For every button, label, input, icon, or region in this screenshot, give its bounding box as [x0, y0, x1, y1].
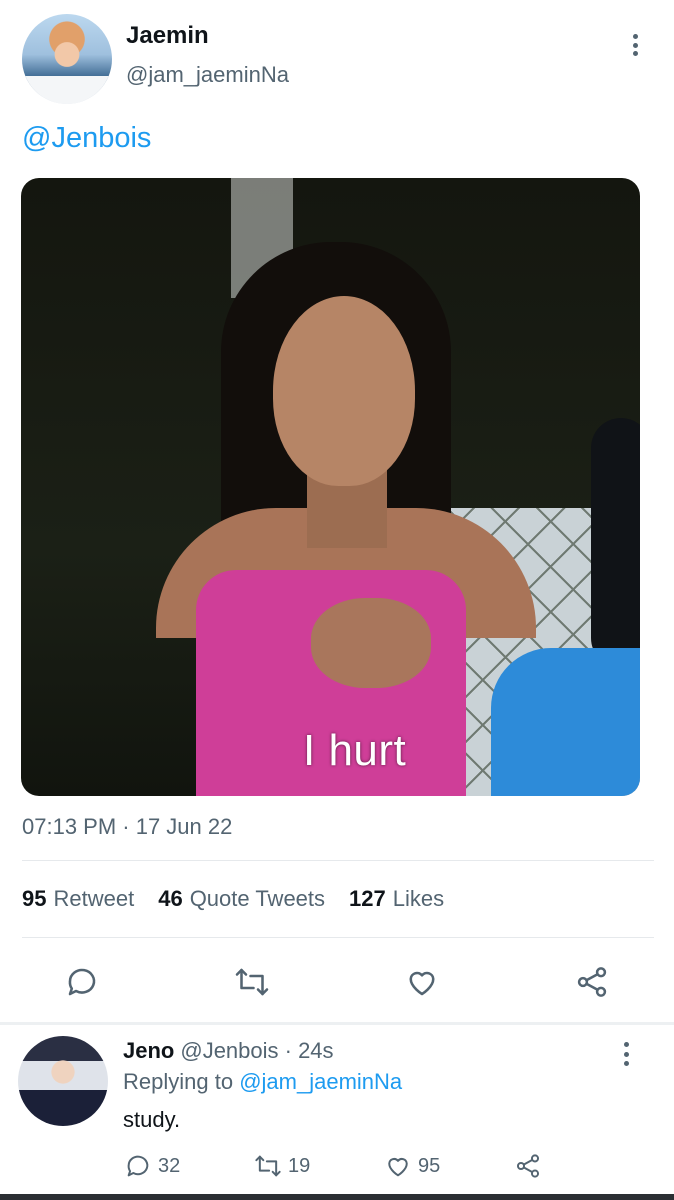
- replying-handle-link[interactable]: @jam_jaeminNa: [239, 1069, 402, 1094]
- reply-tweet[interactable]: Jeno @Jenbois · 24s Replying to @jam_jaem…: [0, 1026, 674, 1200]
- quote-count: 46: [158, 886, 183, 911]
- woman-face: [273, 296, 415, 486]
- divider: [22, 860, 654, 861]
- tweet-actions: [0, 958, 674, 1006]
- likes-stat[interactable]: 127 Likes: [349, 886, 444, 912]
- tweet-image[interactable]: I hurt: [21, 178, 640, 796]
- likes-count: 127: [349, 886, 386, 911]
- retweet-icon[interactable]: [234, 964, 270, 1000]
- likes-label: Likes: [392, 886, 445, 911]
- reply-handle-time: @Jenbois · 24s: [180, 1038, 334, 1063]
- retweet-stat[interactable]: 95 Retweet: [22, 886, 134, 912]
- retweet-icon: [254, 1152, 282, 1180]
- avatar[interactable]: [18, 1036, 108, 1126]
- share-icon[interactable]: [574, 964, 610, 1000]
- user-handle[interactable]: @jam_jaeminNa: [126, 62, 289, 88]
- tweet-timestamp[interactable]: 07:13 PM · 17 Jun 22: [22, 814, 232, 840]
- avatar[interactable]: [22, 14, 112, 104]
- more-options-icon[interactable]: [611, 1038, 641, 1070]
- replying-prefix: Replying to: [123, 1069, 234, 1094]
- image-caption: I hurt: [303, 726, 407, 775]
- tweet-stats: 95 Retweet 46 Quote Tweets 127 Likes: [22, 886, 444, 912]
- share-icon: [514, 1152, 542, 1180]
- divider: [22, 937, 654, 938]
- woman-hand: [311, 598, 431, 688]
- reply-display-name[interactable]: Jeno: [123, 1038, 174, 1063]
- reply-actions: 32 19 95: [0, 1152, 674, 1188]
- blue-shirt-person: [491, 648, 640, 796]
- tweet-text-mention[interactable]: @Jenbois: [22, 122, 151, 155]
- reply-header: Jeno @Jenbois · 24s: [123, 1038, 334, 1064]
- background-person: [591, 418, 640, 668]
- reply-like-button[interactable]: 95: [384, 1152, 440, 1180]
- reply-text: study.: [123, 1107, 181, 1132]
- like-icon: [384, 1152, 412, 1180]
- replying-to: Replying to @jam_jaeminNa: [123, 1069, 402, 1095]
- section-separator: [0, 1022, 674, 1025]
- reply-reply-button[interactable]: 32: [124, 1152, 180, 1180]
- like-icon[interactable]: [404, 964, 440, 1000]
- reply-retweet-button[interactable]: 19: [254, 1152, 310, 1180]
- quote-label: Quote Tweets: [189, 886, 326, 911]
- reply-icon[interactable]: [64, 964, 100, 1000]
- like-count: 95: [418, 1154, 441, 1177]
- reply-icon: [124, 1152, 152, 1180]
- display-name[interactable]: Jaemin: [126, 22, 209, 50]
- retweet-label: Retweet: [53, 886, 135, 911]
- more-options-icon[interactable]: [620, 28, 650, 62]
- reply-count: 32: [158, 1154, 181, 1177]
- reply-share-button[interactable]: [514, 1152, 542, 1180]
- retweet-count: 95: [22, 886, 47, 911]
- bottom-edge: [0, 1194, 674, 1200]
- retweet-count: 19: [288, 1154, 311, 1177]
- quote-tweets-stat[interactable]: 46 Quote Tweets: [158, 886, 325, 912]
